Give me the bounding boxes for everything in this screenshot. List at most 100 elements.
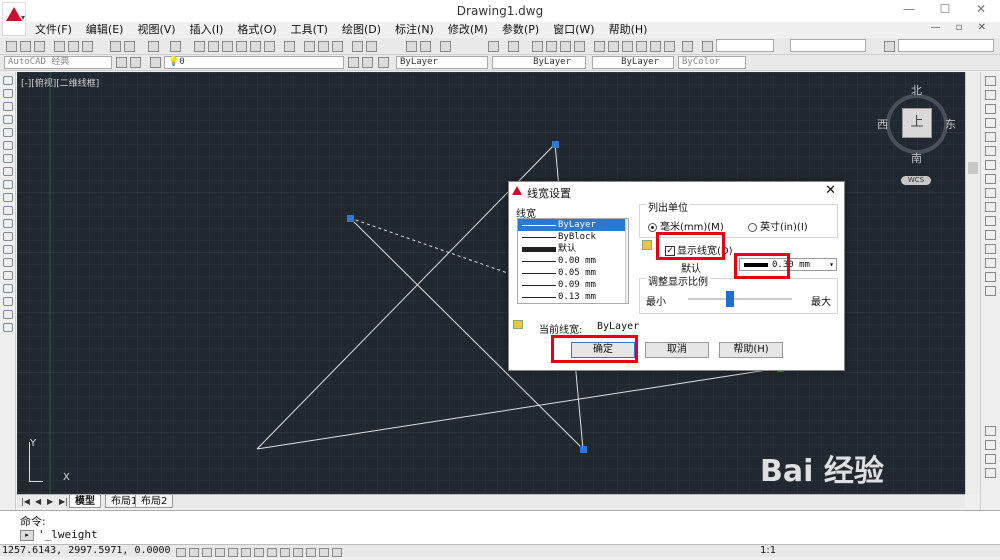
- wcs-menu[interactable]: WCS: [901, 176, 931, 185]
- pan-icon[interactable]: [532, 41, 543, 52]
- point-icon[interactable]: [3, 245, 13, 254]
- copy-icon[interactable]: [124, 41, 135, 52]
- lineweight-list[interactable]: ByLayer ByBlock 默认 0.00 mm 0.05 mm 0.09 …: [517, 218, 629, 304]
- markup-icon[interactable]: [250, 41, 261, 52]
- menu-insert[interactable]: 插入(I): [183, 22, 231, 38]
- viewport-controls[interactable]: [-][俯视][二维线框]: [21, 76, 99, 89]
- construction-line-icon[interactable]: [3, 89, 13, 98]
- list-item[interactable]: 0.00 mm: [518, 255, 628, 267]
- tool-palettes-icon-2[interactable]: [622, 41, 633, 52]
- preview-icon-2[interactable]: [366, 41, 377, 52]
- ortho-icon[interactable]: [202, 548, 212, 557]
- zoom-window-icon[interactable]: [560, 41, 571, 52]
- list-item[interactable]: 0.09 mm: [518, 279, 628, 291]
- new-icon-2[interactable]: [304, 41, 315, 52]
- dyn-icon[interactable]: [280, 548, 290, 557]
- revision-cloud-icon[interactable]: [3, 167, 13, 176]
- erase-icon[interactable]: [985, 76, 996, 86]
- color-combo[interactable]: ByLayer: [396, 56, 488, 69]
- snap-icon[interactable]: [176, 548, 186, 557]
- 3d-osnap-icon[interactable]: [241, 548, 251, 557]
- menu-draw[interactable]: 绘图(D): [335, 22, 388, 38]
- mirror-icon[interactable]: [985, 104, 996, 114]
- paste-icon[interactable]: [440, 41, 451, 52]
- sheet-set-icon-2[interactable]: [636, 41, 647, 52]
- document-window-controls[interactable]: — ▫ ✕: [930, 22, 992, 33]
- print-icon[interactable]: [54, 41, 65, 52]
- tab-model[interactable]: 模型: [69, 495, 101, 508]
- application-menu-button[interactable]: ▾: [2, 2, 26, 36]
- arc-icon[interactable]: [3, 141, 13, 150]
- menu-edit[interactable]: 编辑(E): [79, 22, 131, 38]
- sc-icon[interactable]: [332, 548, 342, 557]
- workspace-combo[interactable]: AutoCAD 经典: [4, 56, 112, 69]
- layer-previous-icon[interactable]: [362, 57, 373, 68]
- help-button[interactable]: 帮助(H): [719, 342, 783, 358]
- palette-icon-a[interactable]: [985, 426, 996, 436]
- radio-millimeters[interactable]: 毫米(mm)(M): [648, 218, 724, 233]
- array-icon[interactable]: [985, 132, 996, 142]
- zoom-realtime-icon[interactable]: [546, 41, 557, 52]
- menu-format[interactable]: 格式(O): [230, 22, 283, 38]
- polygon-icon[interactable]: [3, 115, 13, 124]
- viewcube-top-face[interactable]: 上: [902, 108, 932, 138]
- table-style-icon[interactable]: [884, 41, 895, 52]
- list-item[interactable]: 0.05 mm: [518, 267, 628, 279]
- lwt-icon[interactable]: [293, 548, 303, 557]
- markup-icon-2[interactable]: [650, 41, 661, 52]
- scrollbar-thumb[interactable]: [968, 162, 978, 174]
- publish-icon[interactable]: [82, 41, 93, 52]
- rectangle-icon[interactable]: [3, 128, 13, 137]
- region-icon[interactable]: [3, 284, 13, 293]
- copy-icon-2[interactable]: [420, 41, 431, 52]
- maximize-button[interactable]: ☐: [930, 2, 960, 20]
- otrack-icon[interactable]: [254, 548, 264, 557]
- list-item[interactable]: ByLayer: [518, 219, 628, 231]
- cut-icon[interactable]: [110, 41, 121, 52]
- rotate-icon[interactable]: [985, 160, 996, 170]
- polar-icon[interactable]: [215, 548, 225, 557]
- save-icon[interactable]: [34, 41, 45, 52]
- grip-handle[interactable]: [552, 141, 559, 148]
- annotation-scale[interactable]: 1:1: [760, 545, 776, 556]
- vertical-scrollbar[interactable]: [965, 72, 980, 494]
- insert-block-icon[interactable]: [3, 219, 13, 228]
- compass-west[interactable]: 西: [877, 116, 888, 132]
- hatch-icon[interactable]: [3, 258, 13, 267]
- palette-icon-c[interactable]: [985, 454, 996, 464]
- design-center-icon-2[interactable]: [608, 41, 619, 52]
- list-scrollbar[interactable]: [625, 219, 628, 303]
- lineweight-combo[interactable]: ByLayer: [592, 56, 674, 69]
- scale-icon[interactable]: [985, 174, 996, 184]
- menu-dimension[interactable]: 标注(N): [388, 22, 441, 38]
- palette-icon-b[interactable]: [985, 440, 996, 450]
- add-selected-icon[interactable]: [3, 323, 13, 332]
- offset-icon[interactable]: [985, 118, 996, 128]
- make-block-icon[interactable]: [3, 232, 13, 241]
- close-button[interactable]: ✕: [966, 2, 996, 20]
- open-icon-2[interactable]: [318, 41, 329, 52]
- scale-slider-track[interactable]: [688, 298, 792, 300]
- command-history-icon[interactable]: ▸: [20, 530, 34, 541]
- spline-icon[interactable]: [3, 180, 13, 189]
- make-current-layer-icon[interactable]: [348, 57, 359, 68]
- ellipse-arc-icon[interactable]: [3, 206, 13, 215]
- menu-window[interactable]: 窗口(W): [546, 22, 601, 38]
- scale-slider-thumb[interactable]: [726, 291, 734, 307]
- polyline-icon[interactable]: [3, 102, 13, 111]
- layer-state-icon[interactable]: [378, 57, 389, 68]
- line-icon[interactable]: [3, 76, 13, 85]
- last-tab-icon[interactable]: ▶|: [59, 497, 68, 506]
- grip-handle[interactable]: [580, 446, 587, 453]
- qp-icon[interactable]: [319, 548, 329, 557]
- fillet-icon[interactable]: [985, 272, 996, 282]
- layer-combo[interactable]: 💡0: [164, 56, 344, 69]
- first-tab-icon[interactable]: |◀: [21, 497, 30, 506]
- calculator-icon[interactable]: [264, 41, 275, 52]
- chamfer-icon[interactable]: [985, 258, 996, 268]
- sheet-set-icon[interactable]: [236, 41, 247, 52]
- next-tab-icon[interactable]: ▶: [47, 497, 53, 506]
- break-icon[interactable]: [985, 230, 996, 240]
- cut-icon-2[interactable]: [406, 41, 417, 52]
- compass-south[interactable]: 南: [911, 150, 922, 166]
